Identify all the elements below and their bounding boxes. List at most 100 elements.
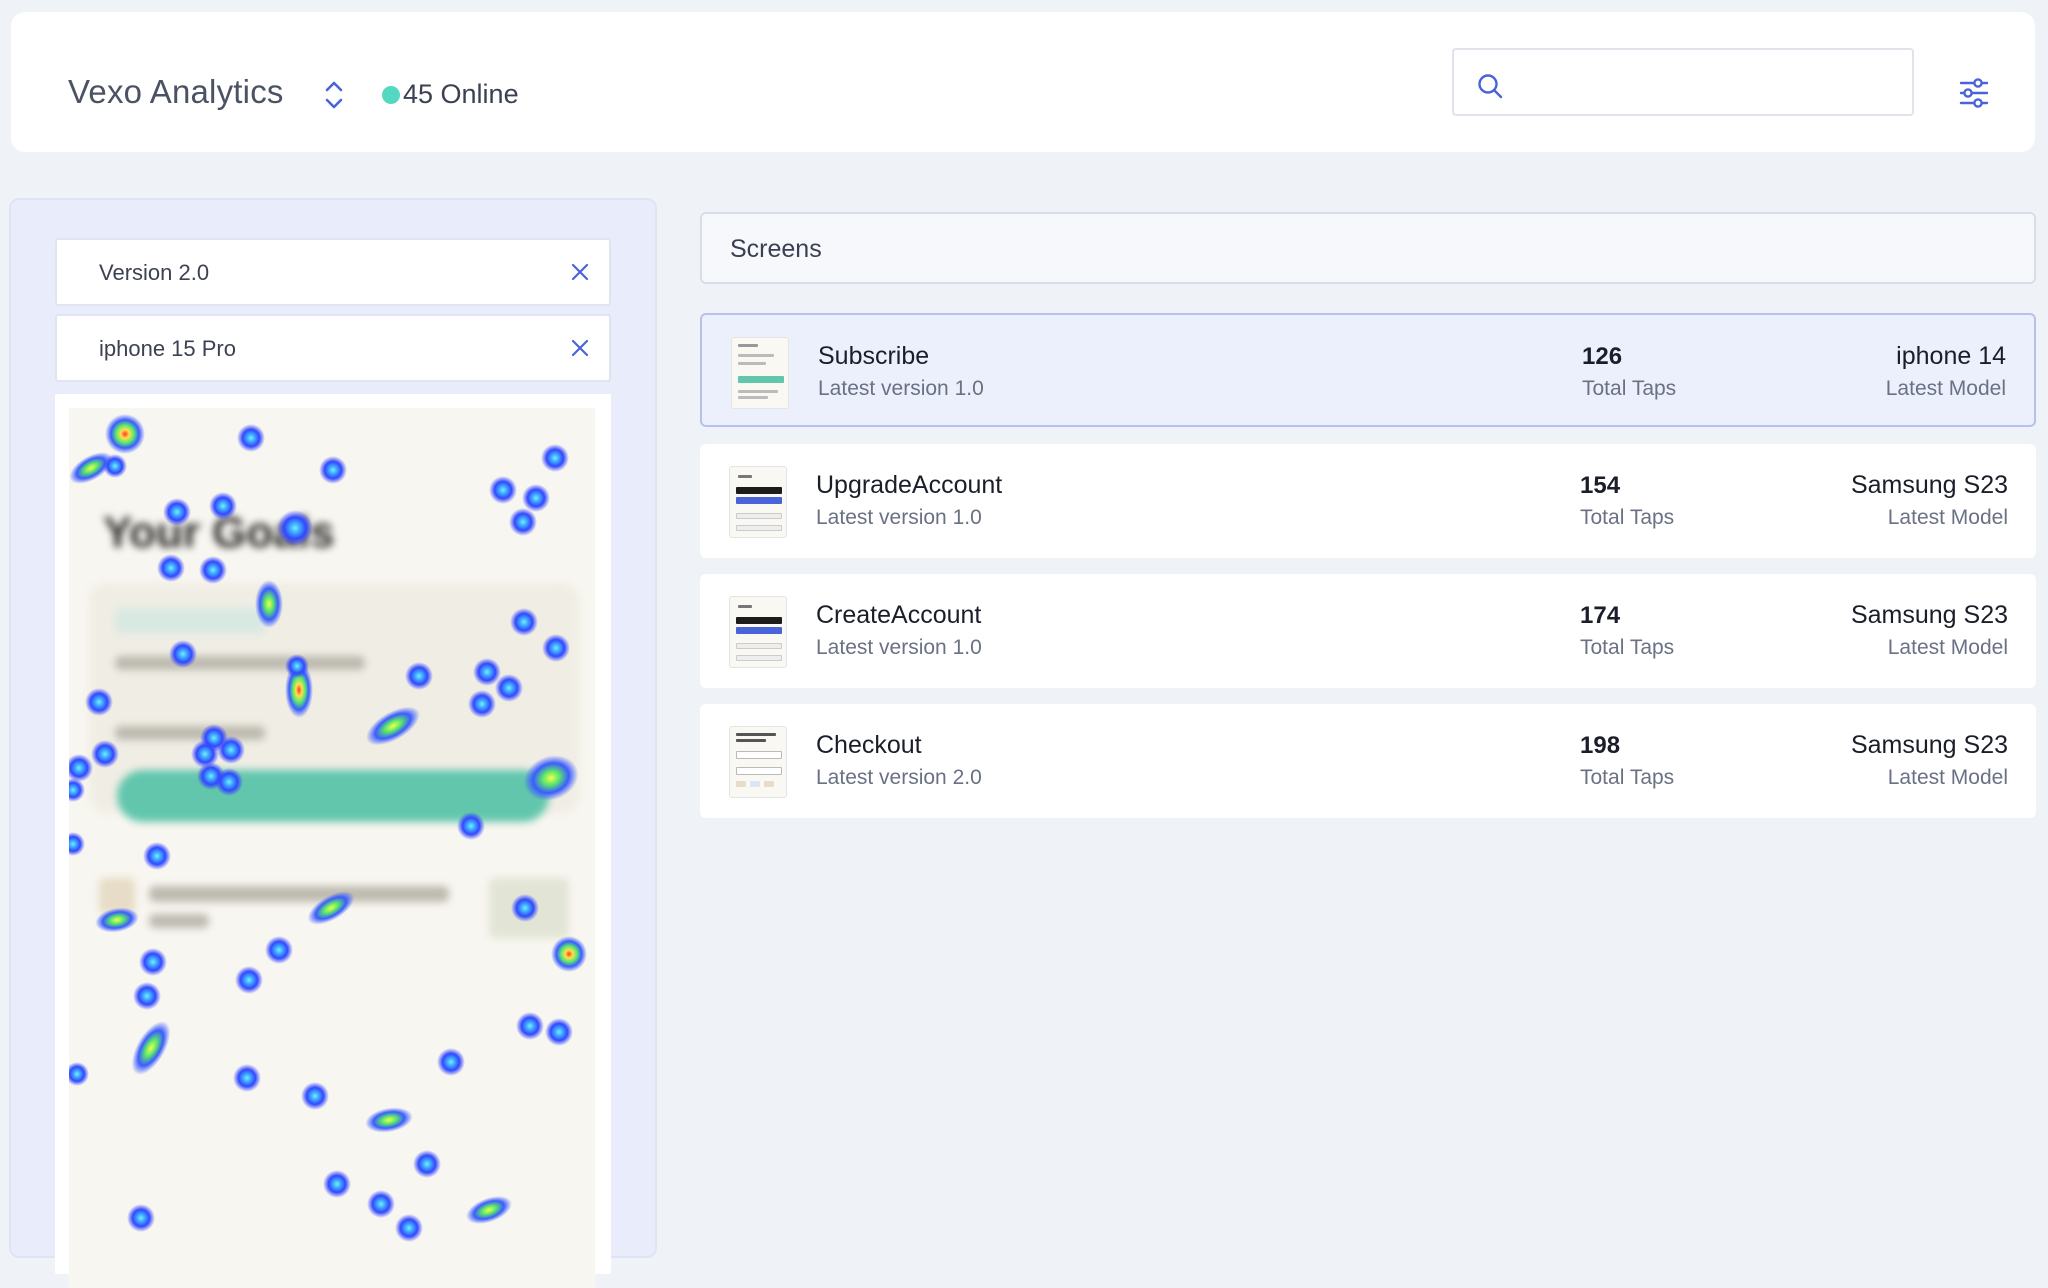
sliders-icon[interactable] bbox=[1958, 78, 1990, 108]
heat-spot bbox=[319, 456, 347, 484]
online-count: 45 Online bbox=[403, 79, 519, 109]
screen-version: Latest version 2.0 bbox=[816, 766, 982, 789]
heat-spot bbox=[209, 492, 237, 520]
close-icon[interactable] bbox=[569, 261, 591, 283]
screen-thumbnail bbox=[729, 596, 787, 668]
total-taps-label: Total Taps bbox=[1580, 636, 1675, 659]
heat-spot bbox=[522, 484, 550, 512]
screen-name: UpgradeAccount bbox=[816, 471, 1003, 499]
heat-spot bbox=[365, 1107, 413, 1133]
screen-thumbnail bbox=[729, 726, 787, 798]
screen-row-upgradeaccount[interactable]: UpgradeAccount Latest version 1.0 154 To… bbox=[700, 444, 2036, 558]
close-icon[interactable] bbox=[569, 337, 591, 359]
heat-spot bbox=[163, 498, 191, 526]
heatmap-frame: Your Goals bbox=[55, 394, 611, 1288]
screen-row-checkout[interactable]: Checkout Latest version 2.0 198 Total Ta… bbox=[700, 704, 2036, 818]
heat-spot bbox=[307, 891, 355, 925]
filter-chip-version[interactable]: Version 2.0 bbox=[55, 238, 611, 306]
heat-spot bbox=[301, 1082, 329, 1110]
heat-spot bbox=[509, 508, 537, 536]
heat-spot bbox=[395, 1214, 423, 1242]
heat-spot bbox=[413, 1150, 441, 1178]
heat-spot bbox=[405, 662, 433, 690]
heat-spot bbox=[489, 476, 517, 504]
heat-spot bbox=[217, 736, 245, 764]
screen-thumbnail bbox=[729, 466, 787, 538]
heat-spot bbox=[69, 832, 85, 856]
filter-chip-label: Version 2.0 bbox=[99, 260, 210, 285]
heat-spot bbox=[366, 706, 420, 746]
heat-spot bbox=[215, 768, 243, 796]
heat-spot bbox=[237, 424, 265, 452]
screens-section-title: Screens bbox=[730, 235, 822, 263]
total-taps-label: Total Taps bbox=[1580, 506, 1675, 529]
latest-model-label: Latest Model bbox=[1887, 636, 2008, 659]
latest-model-value: Samsung S23 bbox=[1850, 731, 2008, 759]
heatmap-panel: Version 2.0 iphone 15 Pro Your Goals bbox=[9, 198, 657, 1288]
heat-spot bbox=[235, 966, 263, 994]
heat-spot bbox=[457, 812, 485, 840]
screens-section-header: Screens bbox=[700, 212, 2036, 284]
heat-spot bbox=[105, 414, 145, 454]
latest-model-label: Latest Model bbox=[1887, 766, 2008, 789]
screen-name: Checkout bbox=[816, 731, 922, 759]
heat-spot bbox=[551, 936, 587, 972]
heat-spot bbox=[91, 740, 119, 768]
filter-chip-label: iphone 15 Pro bbox=[99, 336, 236, 361]
heat-spot bbox=[69, 778, 85, 802]
total-taps-value: 154 bbox=[1580, 472, 1621, 499]
heat-spot bbox=[69, 754, 93, 782]
heat-spot bbox=[510, 608, 538, 636]
heat-spot bbox=[516, 1012, 544, 1040]
latest-model-value: Samsung S23 bbox=[1850, 601, 2008, 629]
screen-version: Latest version 1.0 bbox=[816, 506, 982, 529]
heat-spot bbox=[157, 554, 185, 582]
chevron-up-down-icon[interactable] bbox=[323, 79, 345, 111]
total-taps-value: 174 bbox=[1580, 602, 1621, 629]
heat-spot bbox=[139, 948, 167, 976]
heatmap-overlay bbox=[69, 414, 587, 1242]
top-bar: Vexo Analytics 45 Online bbox=[11, 12, 2035, 152]
latest-model-label: Latest Model bbox=[1885, 377, 2006, 400]
screen-thumbnail bbox=[731, 337, 789, 409]
heat-spot bbox=[233, 1064, 261, 1092]
heat-spot bbox=[103, 454, 127, 478]
heat-spot bbox=[495, 674, 523, 702]
heat-spot bbox=[285, 654, 309, 678]
filter-chip-device[interactable]: iphone 15 Pro bbox=[55, 314, 611, 382]
latest-model-label: Latest Model bbox=[1887, 506, 2008, 529]
heat-spot bbox=[466, 1196, 512, 1224]
latest-model-value: Samsung S23 bbox=[1850, 471, 2008, 499]
app-title: Vexo Analytics bbox=[68, 73, 284, 110]
heatmap-screen-preview: Your Goals bbox=[69, 408, 595, 1288]
heat-spot bbox=[541, 444, 569, 472]
heat-spot bbox=[133, 982, 161, 1010]
heat-spot bbox=[265, 936, 293, 964]
heat-spot bbox=[127, 1204, 155, 1232]
screen-name: CreateAccount bbox=[816, 601, 982, 629]
screen-row-subscribe[interactable]: Subscribe Latest version 1.0 126 Total T… bbox=[700, 313, 2036, 427]
screen-version: Latest version 1.0 bbox=[818, 377, 984, 400]
heat-spot bbox=[277, 510, 313, 546]
heat-spot bbox=[255, 580, 283, 628]
search-input[interactable] bbox=[1516, 60, 1896, 104]
total-taps-label: Total Taps bbox=[1582, 377, 1677, 400]
heat-spot bbox=[143, 842, 171, 870]
heat-spot bbox=[367, 1190, 395, 1218]
heat-spot bbox=[542, 634, 570, 662]
heat-spot bbox=[169, 640, 197, 668]
screen-row-createaccount[interactable]: CreateAccount Latest version 1.0 174 Tot… bbox=[700, 574, 2036, 688]
heat-spot bbox=[523, 755, 579, 801]
online-status-dot bbox=[382, 86, 400, 104]
search-box[interactable] bbox=[1452, 48, 1914, 116]
heat-spot bbox=[545, 1018, 573, 1046]
heat-spot bbox=[85, 688, 113, 716]
total-taps-value: 126 bbox=[1582, 343, 1623, 370]
screen-name: Subscribe bbox=[818, 342, 930, 370]
heat-spot bbox=[323, 1170, 351, 1198]
heat-spot bbox=[69, 1062, 89, 1086]
heat-spot bbox=[468, 690, 496, 718]
screen-version: Latest version 1.0 bbox=[816, 636, 982, 659]
search-icon bbox=[1478, 74, 1503, 99]
heat-spot bbox=[511, 894, 539, 922]
